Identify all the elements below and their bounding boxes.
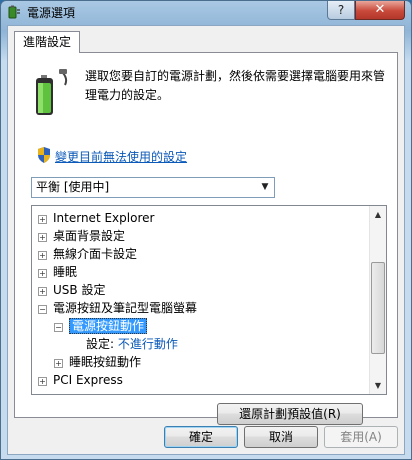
expand-icon[interactable]: + (38, 287, 47, 296)
tree-item-label: 電源按鈕動作 (69, 318, 148, 334)
tree-item-label: USB 設定 (53, 283, 106, 297)
cancel-button[interactable]: 取消 (244, 426, 318, 448)
expand-icon[interactable]: + (54, 359, 63, 368)
collapse-icon[interactable]: − (54, 323, 63, 332)
collapse-icon[interactable]: − (38, 305, 47, 314)
tree-item-label: 桌面背景設定 (53, 229, 126, 243)
setting-value-link[interactable]: 不進行動作 (118, 337, 178, 351)
apply-button[interactable]: 套用(A) (324, 426, 398, 448)
shield-icon (38, 147, 50, 163)
tree-scrollbar[interactable]: ▲ ▼ (369, 206, 386, 394)
tree-item-sleep[interactable]: + 睡眠 (38, 263, 77, 281)
tree-item-wireless-adapter[interactable]: + 無線介面卡設定 (38, 245, 137, 263)
tree-item-label: 睡眠按鈕動作 (69, 355, 142, 369)
expand-icon[interactable]: + (38, 233, 47, 242)
tree-item-pci-express[interactable]: + PCI Express (38, 371, 123, 389)
ok-button[interactable]: 確定 (164, 426, 238, 448)
tree-item-label: 無線介面卡設定 (53, 247, 138, 261)
tree-item-sleep-button-action[interactable]: + 睡眠按鈕動作 (54, 353, 141, 371)
chevron-down-icon[interactable]: ▼ (256, 178, 274, 197)
settings-tree-content: + Internet Explorer + 桌面背景設定 + 無線介面卡設定 + 睡眠 … (32, 206, 370, 394)
battery-icon (36, 69, 68, 115)
advanced-settings-panel: 選取您要自訂的電源計劃，然後依需要選擇電腦要用來管理電力的設定。 變更目前無法使… (14, 52, 398, 425)
tree-item-desktop-background[interactable]: + 桌面背景設定 (38, 227, 125, 245)
power-plan-select[interactable]: 平衡 [使用中] ▼ (31, 177, 275, 198)
tree-item-label: PCI Express (53, 373, 123, 387)
tree-item-setting[interactable]: 設定: 不進行動作 (86, 335, 178, 353)
tree-item-label: 電源按鈕及筆記型電腦螢幕 (53, 301, 198, 315)
battery-plug-icon (8, 5, 20, 19)
help-button[interactable]: ? (327, 1, 355, 20)
dialog-body: 進階設定 選取您要自訂的電源計劃，然後依需要選擇電腦要用來管理電力的設定。 變更… (7, 25, 405, 455)
scroll-down-icon[interactable]: ▼ (370, 377, 386, 394)
expand-icon[interactable]: + (38, 251, 47, 260)
tree-item-label: Internet Explorer (53, 211, 155, 225)
description-text: 選取您要自訂的電源計劃，然後依需要選擇電腦要用來管理電力的設定。 (85, 69, 386, 102)
tree-item-internet-explorer[interactable]: + Internet Explorer (38, 209, 154, 227)
tree-item-usb-settings[interactable]: + USB 設定 (38, 281, 105, 299)
power-options-window: 電源選項 ? ✕ 進階設定 選取您要自訂的電源計劃，然後依需要選擇電腦要用來管理… (0, 0, 412, 460)
tree-item-label: 睡眠 (53, 265, 78, 279)
power-plan-value: 平衡 [使用中] (36, 180, 110, 194)
title-bar[interactable]: 電源選項 ? ✕ (1, 1, 411, 23)
expand-icon[interactable]: + (38, 269, 47, 278)
scrollbar-thumb[interactable] (371, 262, 385, 354)
window-title: 電源選項 (27, 6, 76, 20)
tab-advanced-settings[interactable]: 進階設定 (14, 31, 81, 53)
tree-item-power-button-action[interactable]: − 電源按鈕動作 (54, 317, 148, 335)
expand-icon[interactable]: + (38, 215, 47, 224)
settings-tree[interactable]: + Internet Explorer + 桌面背景設定 + 無線介面卡設定 + 睡眠 … (31, 205, 387, 395)
scroll-up-icon[interactable]: ▲ (370, 206, 386, 223)
change-unavailable-settings-link[interactable]: 變更目前無法使用的設定 (55, 148, 187, 165)
restore-plan-defaults-button[interactable]: 還原計劃預設值(R) (217, 403, 363, 425)
setting-label: 設定: (86, 337, 115, 351)
close-button[interactable]: ✕ (355, 1, 405, 20)
expand-icon[interactable]: + (38, 377, 47, 386)
tree-item-power-buttons-and-lid[interactable]: − 電源按鈕及筆記型電腦螢幕 (38, 299, 197, 317)
